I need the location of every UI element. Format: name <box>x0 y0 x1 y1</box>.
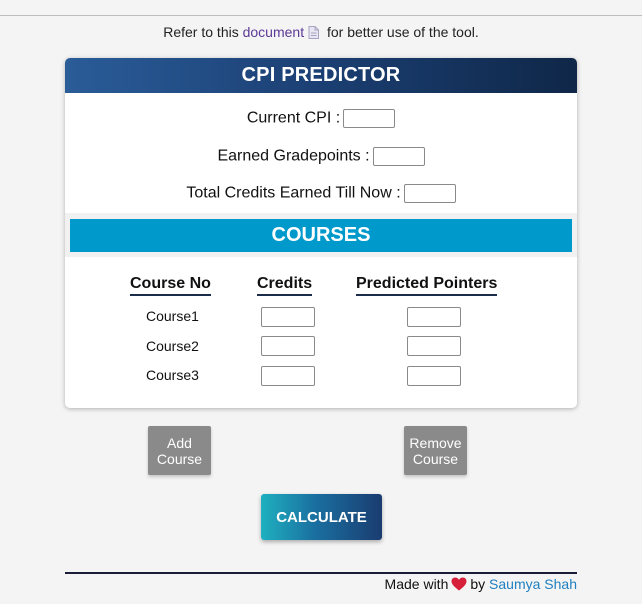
current-cpi-row: Current CPI : <box>65 109 577 128</box>
heart-icon <box>451 577 467 594</box>
footer: Made with by Saumya Shah <box>385 576 577 594</box>
course-credits-input[interactable] <box>261 366 315 386</box>
footer-made-with: Made with <box>384 576 449 592</box>
total-credits-label: Total Credits Earned Till Now : <box>186 184 401 202</box>
current-cpi-input[interactable] <box>343 109 396 128</box>
calculate-button[interactable]: CALCULATE <box>261 494 382 540</box>
author-link[interactable]: Saumya Shah <box>489 576 577 592</box>
remove-course-label-line2: Course <box>412 450 459 467</box>
footer-by: by <box>470 576 486 592</box>
course-name: Course2 <box>146 338 199 354</box>
course-name: Course1 <box>146 308 199 324</box>
column-header-predicted-pointers: Predicted Pointers <box>356 275 498 296</box>
course-name: Course3 <box>146 367 199 383</box>
add-course-button[interactable]: Add Course <box>148 426 211 475</box>
cpi-predictor-card: CPI PREDICTOR Current CPI : Earned Grade… <box>65 58 577 408</box>
card-title: CPI PREDICTOR <box>65 58 577 93</box>
course-credits-input[interactable] <box>261 336 315 356</box>
remove-course-label-line1: Remove <box>409 434 462 451</box>
document-link[interactable]: document <box>243 24 304 40</box>
course-pointers-input[interactable] <box>407 336 461 356</box>
total-credits-row: Total Credits Earned Till Now : <box>65 184 577 203</box>
top-divider <box>0 15 642 16</box>
remove-course-button[interactable]: Remove Course <box>404 426 467 475</box>
courses-band: COURSES <box>65 213 577 257</box>
refer-line: Refer to this document for better use of… <box>0 24 642 42</box>
current-cpi-label: Current CPI : <box>246 109 341 127</box>
course-pointers-input[interactable] <box>407 366 461 386</box>
courses-title: COURSES <box>70 219 572 252</box>
earned-gradepoints-label: Earned Gradepoints : <box>217 147 370 165</box>
refer-suffix: for better use of the tool. <box>326 24 479 40</box>
earned-gradepoints-row: Earned Gradepoints : <box>65 147 577 166</box>
add-course-label-line2: Course <box>156 450 203 467</box>
refer-prefix: Refer to this <box>163 24 239 40</box>
column-header-credits: Credits <box>257 275 313 296</box>
total-credits-input[interactable] <box>403 184 456 203</box>
course-credits-input[interactable] <box>261 307 315 327</box>
footer-divider <box>65 572 577 574</box>
earned-gradepoints-input[interactable] <box>372 147 425 166</box>
course-pointers-input[interactable] <box>407 307 461 327</box>
column-header-course-no: Course No <box>130 275 211 296</box>
add-course-label-line1: Add <box>167 434 192 451</box>
document-icon[interactable] <box>308 26 320 42</box>
